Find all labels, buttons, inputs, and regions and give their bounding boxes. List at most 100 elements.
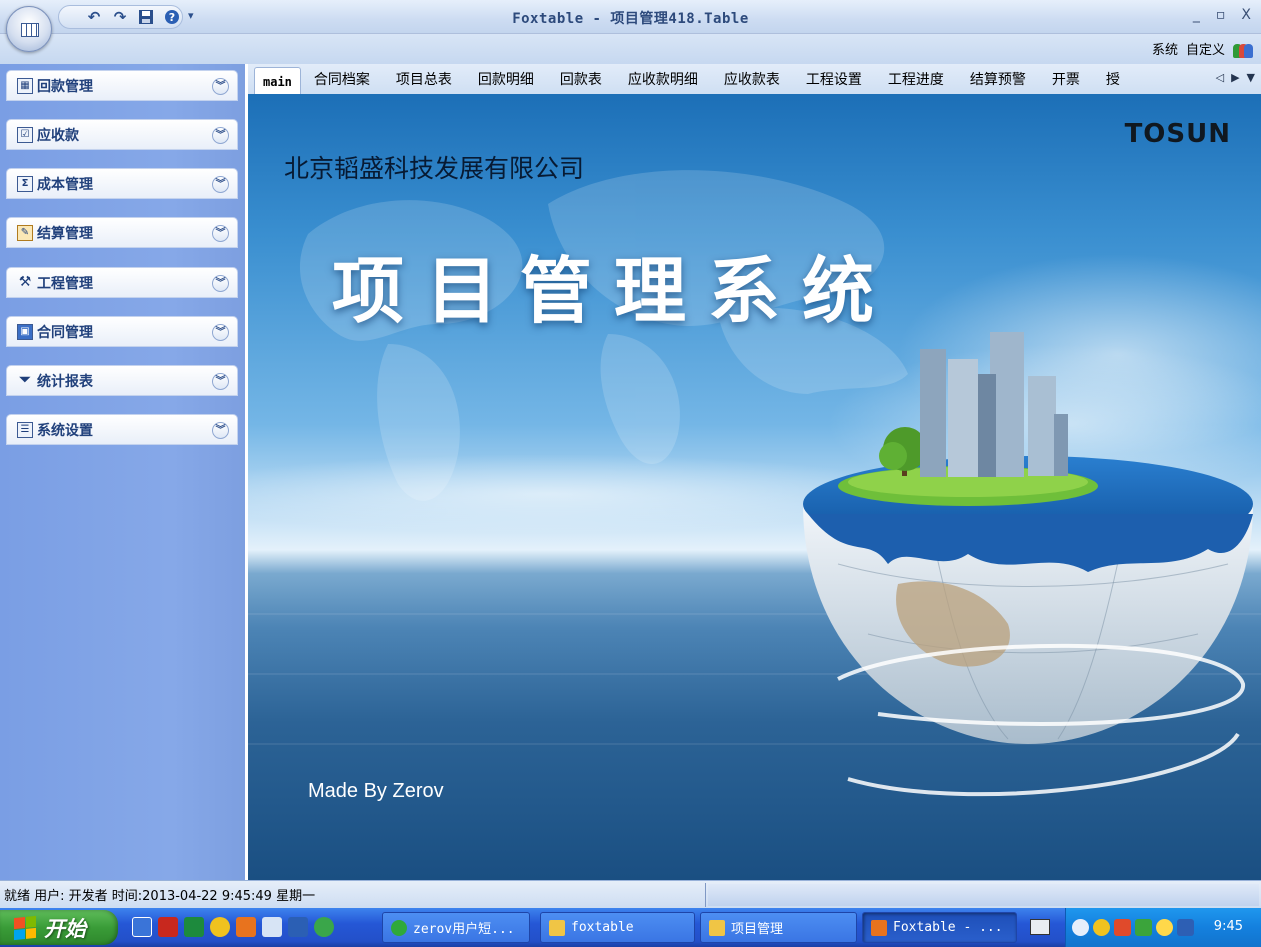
author-credit: Made By Zerov (308, 780, 444, 802)
ribbon-bar: 系统 自定义 (0, 34, 1261, 64)
quick-launch (132, 917, 334, 937)
task-button-foxtable-folder[interactable]: foxtable (540, 912, 695, 943)
restore-button[interactable]: ▫ (1216, 7, 1226, 23)
tab-settlement-alert[interactable]: 结算预警 (957, 66, 1039, 92)
sidebar-item-label: 应收款 (37, 127, 79, 144)
title-bar: ↶ ↷ ? ▾ Foxtable - 项目管理418.Table _ ▫ X (0, 0, 1261, 34)
sidebar: ▦ 回款管理 ︾ ☑ 应收款 ︾ Σ 成本管理 ︾ ✎ 结算管理 ︾ ⚒ 工程管… (0, 64, 245, 880)
filter-icon: ⏷ (19, 371, 31, 388)
status-text: 就绪 用户: 开发者 时间:2013-04-22 9:45:49 星期一 (4, 889, 316, 904)
task-button-foxtable[interactable]: Foxtable - ... (862, 912, 1017, 943)
tab-receivables-table[interactable]: 应收款表 (711, 66, 793, 92)
splash-artwork (248, 170, 1261, 797)
tab-receivables-detail[interactable]: 应收款明细 (615, 66, 711, 92)
windows-logo-icon (14, 915, 36, 940)
office-button[interactable] (6, 6, 52, 52)
tab-authorization[interactable]: 授 (1093, 66, 1133, 92)
scroll-right-icon[interactable]: ▶ (1231, 71, 1239, 84)
sidebar-item-receivables[interactable]: ☑ 应收款 ︾ (6, 119, 238, 150)
calculator-icon: ▦ (17, 77, 33, 94)
minimize-button[interactable]: _ (1193, 7, 1200, 23)
sidebar-item-label: 回款管理 (37, 78, 93, 95)
task-label: 项目管理 (731, 922, 784, 937)
sidebar-item-label: 合同管理 (37, 324, 93, 341)
tab-invoicing[interactable]: 开票 (1039, 66, 1093, 92)
sidebar-item-label: 系统设置 (37, 422, 93, 439)
foxtable-icon[interactable] (236, 917, 256, 937)
tab-scroll-controls: ◁ ▶ ▼ (1216, 71, 1255, 84)
tab-main[interactable]: main (254, 67, 301, 95)
sidebar-item-engineering[interactable]: ⚒ 工程管理 ︾ (6, 267, 238, 298)
close-button[interactable]: X (1241, 7, 1251, 23)
network-icon[interactable] (1177, 919, 1194, 936)
users-icon[interactable] (1233, 38, 1253, 58)
folder-icon (709, 919, 725, 936)
excel-icon[interactable] (184, 917, 204, 937)
chevron-down-icon[interactable]: ︾ (212, 324, 229, 341)
top-menu: 系统 自定义 (1152, 38, 1253, 58)
chevron-down-icon[interactable]: ︾ (212, 78, 229, 95)
brand-logo: TOSUN (1124, 119, 1231, 149)
tab-list-dropdown-icon[interactable]: ▼ (1247, 71, 1255, 84)
system-title: 项目管理系统 (332, 249, 897, 333)
chevron-down-icon[interactable]: ︾ (212, 373, 229, 390)
task-label: Foxtable - ... (893, 920, 1003, 935)
plus-icon[interactable] (1156, 919, 1173, 936)
sidebar-item-payment[interactable]: ▦ 回款管理 ︾ (6, 70, 238, 101)
chevron-down-icon[interactable]: ︾ (212, 275, 229, 292)
tab-project-summary[interactable]: 项目总表 (383, 66, 465, 92)
splash-banner: TOSUN 北京韬盛科技发展有限公司 项目管理系统 Made By Zerov (248, 94, 1261, 880)
chevron-down-icon[interactable]: ︾ (212, 176, 229, 193)
window-title: Foxtable - 项目管理418.Table (512, 11, 749, 27)
task-button-project-folder[interactable]: 项目管理 (700, 912, 857, 943)
sidebar-item-label: 工程管理 (37, 275, 93, 292)
sidebar-item-reports[interactable]: ⏷ 统计报表 ︾ (6, 365, 238, 396)
sidebar-item-label: 统计报表 (37, 373, 93, 390)
tools-icon: ⚒ (18, 273, 32, 290)
word-icon[interactable] (288, 917, 308, 937)
scroll-left-icon[interactable]: ◁ (1216, 71, 1224, 84)
tab-payment-detail[interactable]: 回款明细 (465, 66, 547, 92)
tab-engineering-progress[interactable]: 工程进度 (875, 66, 957, 92)
chevron-down-icon[interactable]: ︾ (212, 127, 229, 144)
keyboard-icon[interactable] (1030, 919, 1050, 935)
chevron-down-icon[interactable]: ︾ (212, 225, 229, 242)
tab-contract-archive[interactable]: 合同档案 (301, 66, 383, 92)
task-button-zerov[interactable]: zerov用户短... (382, 912, 530, 943)
menu-customize[interactable]: 自定义 (1186, 39, 1225, 58)
taskbar: 开始 zerov用户短... foxtable 项目管理 Foxtable - … (0, 908, 1261, 947)
settings-panel-icon: ☰ (17, 421, 33, 438)
sidebar-item-system-settings[interactable]: ☰ 系统设置 ︾ (6, 414, 238, 445)
shield-icon[interactable] (1135, 919, 1152, 936)
window-controls: _ ▫ X (1193, 7, 1251, 23)
tab-payment-table[interactable]: 回款表 (547, 66, 615, 92)
start-button[interactable]: 开始 (0, 910, 118, 945)
task-label: zerov用户短... (413, 922, 515, 937)
security-icon[interactable] (1114, 919, 1131, 936)
table-grid-icon (21, 23, 39, 37)
sidebar-item-contract[interactable]: ▣ 合同管理 ︾ (6, 316, 238, 347)
qq-icon[interactable] (210, 917, 230, 937)
browser-icon (391, 919, 407, 936)
menu-system[interactable]: 系统 (1152, 39, 1178, 58)
status-divider (705, 883, 706, 907)
chevron-down-icon[interactable]: ︾ (212, 422, 229, 439)
sidebar-item-cost[interactable]: Σ 成本管理 ︾ (6, 168, 238, 199)
tray-expand-icon[interactable] (1072, 919, 1089, 936)
tab-strip: main 合同档案 项目总表 回款明细 回款表 应收款明细 应收款表 工程设置 … (248, 64, 1261, 95)
system-tray: 9:45 (1065, 908, 1261, 947)
sidebar-item-label: 结算管理 (37, 225, 93, 242)
ie-icon[interactable] (132, 917, 152, 937)
task-label: foxtable (571, 920, 634, 935)
contract-icon: ▣ (17, 323, 33, 340)
tab-engineering-settings[interactable]: 工程设置 (793, 66, 875, 92)
browser-icon[interactable] (314, 917, 334, 937)
start-label: 开始 (44, 916, 86, 941)
clock[interactable]: 9:45 (1214, 919, 1243, 934)
antivirus-icon[interactable] (158, 917, 178, 937)
sidebar-item-settlement[interactable]: ✎ 结算管理 ︾ (6, 217, 238, 248)
status-panel-right (708, 884, 1259, 906)
docs-icon[interactable] (262, 917, 282, 937)
status-bar: 就绪 用户: 开发者 时间:2013-04-22 9:45:49 星期一 (0, 880, 1261, 908)
qq-icon[interactable] (1093, 919, 1110, 936)
